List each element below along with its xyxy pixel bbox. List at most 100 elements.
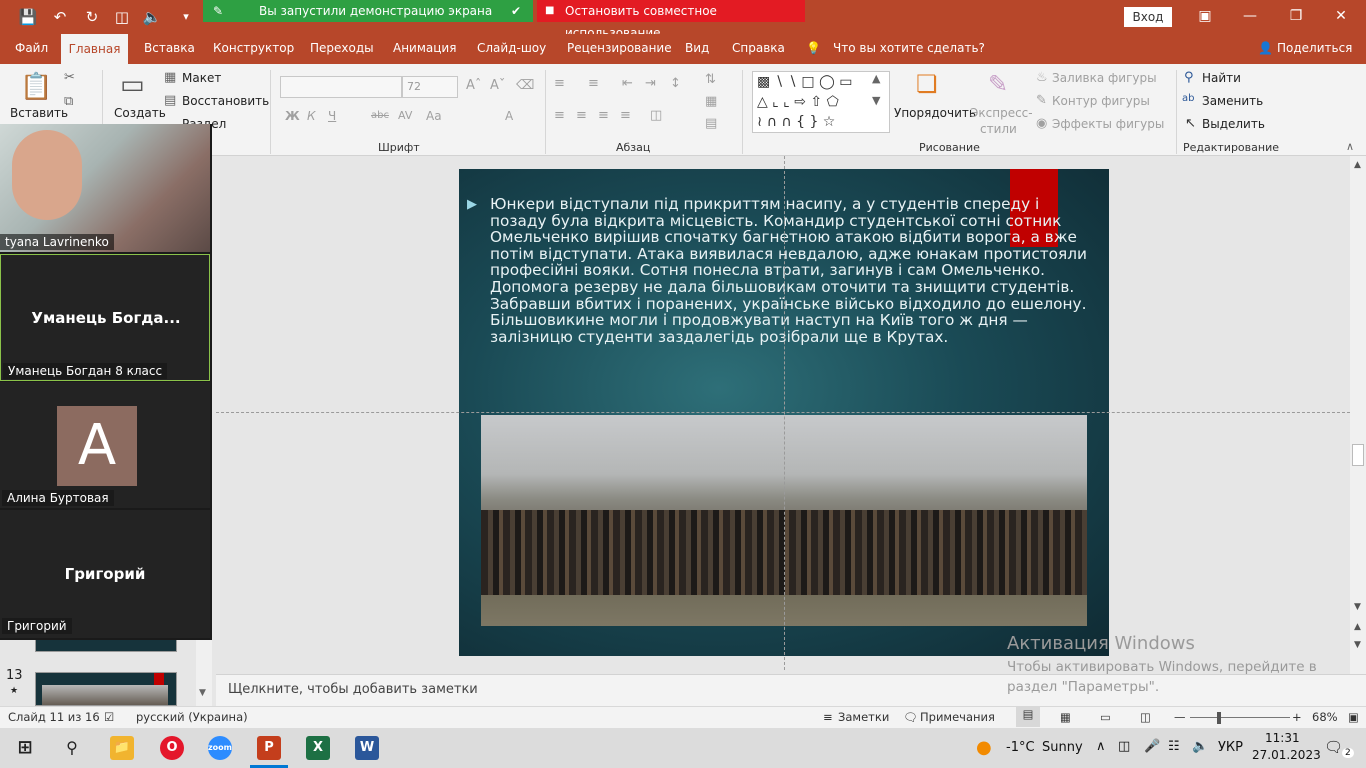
- layout-button[interactable]: Макет: [182, 71, 221, 85]
- excel-icon[interactable]: X: [306, 736, 330, 760]
- opera-icon[interactable]: O: [160, 736, 184, 760]
- tab-slideshow[interactable]: Слайд-шоу: [477, 41, 546, 55]
- share-button[interactable]: Поделиться: [1277, 41, 1352, 55]
- next-slide-icon[interactable]: ▼: [1354, 640, 1361, 650]
- replace-button[interactable]: Заменить: [1202, 94, 1263, 108]
- indent-icon[interactable]: ⇤: [622, 76, 633, 91]
- new-slide-button[interactable]: Создать: [114, 106, 166, 120]
- audio-icon[interactable]: 🔈: [142, 7, 162, 27]
- numbering-icon[interactable]: ≡: [588, 76, 599, 91]
- font-name-combo[interactable]: [280, 76, 402, 98]
- scroll-thumb[interactable]: [1352, 444, 1364, 466]
- quick-styles-button[interactable]: Экспресс-: [970, 106, 1033, 120]
- line-spacing-icon[interactable]: ↕: [670, 76, 681, 91]
- arrange-button[interactable]: Упорядочить: [894, 106, 976, 120]
- find-button[interactable]: Найти: [1202, 71, 1241, 85]
- notes-placeholder[interactable]: Щелкните, чтобы добавить заметки: [228, 682, 478, 697]
- language-indicator[interactable]: УКР: [1218, 740, 1243, 755]
- participant-video-tile[interactable]: tyana Lavrinenko: [0, 124, 210, 252]
- fit-to-window-icon[interactable]: ▣: [1348, 710, 1359, 724]
- shapes-gallery[interactable]: ▩ ∖ ∖ □ ◯ ▭ △ ⌞ ⌞ ⇨ ⇧ ⬠ ≀ ∩ ∩ { } ☆: [752, 71, 890, 133]
- language-indicator[interactable]: русский (Украина): [136, 710, 248, 724]
- collapse-ribbon-icon[interactable]: ∧: [1346, 140, 1354, 153]
- copy-icon[interactable]: ⧉: [64, 94, 73, 109]
- scroll-up-icon[interactable]: ▲: [1354, 160, 1361, 170]
- restore-icon[interactable]: ❐: [1281, 6, 1311, 26]
- align-left-icon[interactable]: ≡: [554, 108, 565, 123]
- shape-effects-button[interactable]: Эффекты фигуры: [1052, 117, 1164, 131]
- font-color-button[interactable]: A: [505, 109, 513, 123]
- align-center-icon[interactable]: ≡: [576, 108, 587, 123]
- tab-animations[interactable]: Анимация: [393, 41, 456, 55]
- editor-scrollbar[interactable]: ▲ ▼ ▲ ▼: [1350, 156, 1366, 674]
- tab-insert[interactable]: Вставка: [144, 41, 195, 55]
- tray-expand-icon[interactable]: ∧: [1096, 739, 1106, 754]
- tell-me-search[interactable]: Что вы хотите сделать?: [833, 41, 985, 55]
- notifications-icon[interactable]: 🗨: [1324, 738, 1343, 756]
- weather-temp[interactable]: -1°C: [1006, 740, 1035, 755]
- close-icon[interactable]: ✕: [1326, 6, 1356, 26]
- volume-icon[interactable]: 🔈: [1192, 739, 1208, 754]
- zoom-slider[interactable]: [1190, 717, 1290, 718]
- justify-icon[interactable]: ≡: [620, 108, 631, 123]
- shapes-scroll-icon[interactable]: ▲: [872, 72, 880, 85]
- weather-text[interactable]: Sunny: [1042, 740, 1083, 755]
- paste-button[interactable]: Вставить: [10, 106, 68, 120]
- customize-toolbar-icon[interactable]: ▾: [176, 7, 196, 27]
- tab-file[interactable]: Файл: [15, 41, 48, 55]
- tab-help[interactable]: Справка: [732, 41, 785, 55]
- shape-outline-button[interactable]: Контур фигуры: [1052, 94, 1150, 108]
- text-direction-icon[interactable]: ⇅: [705, 72, 716, 87]
- shape-fill-button[interactable]: Заливка фигуры: [1052, 71, 1157, 85]
- underline-button[interactable]: Ч: [328, 109, 336, 123]
- save-icon[interactable]: 💾: [18, 7, 38, 27]
- bullets-icon[interactable]: ≡: [554, 76, 565, 91]
- reading-view-icon[interactable]: ▭: [1100, 710, 1111, 724]
- shapes-more-icon[interactable]: ▼: [872, 94, 880, 107]
- minimize-icon[interactable]: —: [1235, 6, 1265, 26]
- zoom-in-icon[interactable]: +: [1292, 710, 1302, 724]
- zoom-level[interactable]: 68%: [1312, 710, 1338, 724]
- previous-slide-icon[interactable]: ▲: [1354, 622, 1361, 632]
- participant-tile[interactable]: Уманець Богда... Уманець Богдан 8 класс: [0, 254, 210, 381]
- slide-body-text[interactable]: Юнкери відступали під прикриттям насипу,…: [490, 196, 1095, 345]
- participant-tile[interactable]: Григорий Григорий: [0, 510, 210, 638]
- word-icon[interactable]: W: [355, 736, 379, 760]
- slide-sorter-icon[interactable]: ▦: [1060, 710, 1071, 724]
- file-explorer-icon[interactable]: 📁: [110, 736, 134, 760]
- scroll-down-icon[interactable]: ▼: [1354, 602, 1361, 612]
- reset-button[interactable]: Восстановить: [182, 94, 269, 108]
- search-icon[interactable]: ⚲: [60, 736, 84, 760]
- tab-home[interactable]: Главная: [61, 34, 128, 64]
- signin-button[interactable]: Вход: [1124, 7, 1172, 27]
- smartart-icon[interactable]: ▤: [705, 116, 717, 131]
- wifi-icon[interactable]: ☷: [1168, 739, 1180, 754]
- present-from-start-icon[interactable]: ◫: [112, 7, 132, 27]
- clock-time[interactable]: 11:31: [1265, 731, 1300, 745]
- font-size-combo[interactable]: 72: [402, 76, 458, 98]
- undo-icon[interactable]: ↶: [50, 7, 70, 27]
- tab-review[interactable]: Рецензирование: [567, 41, 672, 55]
- change-case-button[interactable]: Aa: [426, 109, 442, 123]
- tab-transitions[interactable]: Переходы: [310, 41, 374, 55]
- tab-design[interactable]: Конструктор: [213, 41, 294, 55]
- zoom-slider-thumb[interactable]: [1217, 712, 1221, 724]
- notes-button[interactable]: Заметки: [838, 710, 889, 724]
- columns-icon[interactable]: ◫: [650, 108, 662, 123]
- spellcheck-icon[interactable]: ☑: [104, 710, 114, 724]
- shrink-font-icon[interactable]: Aˇ: [490, 78, 505, 93]
- clear-format-icon[interactable]: ⌫: [516, 78, 534, 93]
- scroll-down-icon[interactable]: ▼: [199, 688, 206, 698]
- comments-button[interactable]: Примечания: [920, 710, 995, 724]
- powerpoint-icon[interactable]: P: [257, 736, 281, 760]
- align-right-icon[interactable]: ≡: [598, 108, 609, 123]
- align-text-icon[interactable]: ▦: [705, 94, 717, 109]
- microphone-icon[interactable]: 🎤: [1144, 739, 1160, 754]
- ribbon-display-icon[interactable]: ▣: [1190, 6, 1220, 26]
- cut-icon[interactable]: ✂: [64, 70, 75, 85]
- slideshow-icon[interactable]: ◫: [1140, 710, 1151, 724]
- clock-date[interactable]: 27.01.2023: [1252, 748, 1321, 762]
- italic-button[interactable]: К: [307, 109, 316, 123]
- grow-font-icon[interactable]: Aˆ: [466, 78, 481, 93]
- outdent-icon[interactable]: ⇥: [645, 76, 656, 91]
